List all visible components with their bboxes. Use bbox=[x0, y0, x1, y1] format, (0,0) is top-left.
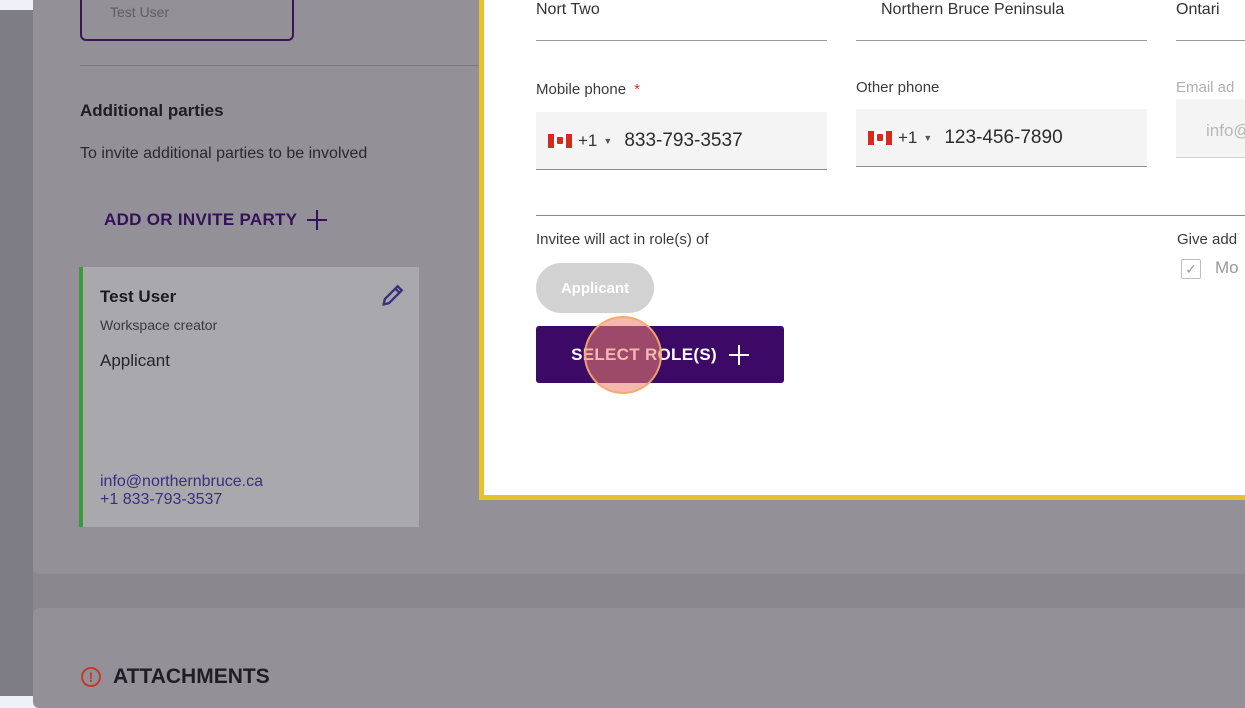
attachments-heading: ! ATTACHMENTS bbox=[81, 665, 270, 689]
party-phone: +1 833-793-3537 bbox=[100, 491, 223, 508]
invite-party-modal: Nort Two Northern Bruce Peninsula Ontari… bbox=[479, 0, 1245, 500]
province-field-value: Ontari bbox=[1176, 1, 1220, 18]
canada-flag-icon[interactable] bbox=[548, 133, 572, 148]
party-name: Test User bbox=[100, 287, 177, 306]
section-divider bbox=[80, 65, 480, 66]
modal-divider bbox=[536, 215, 1245, 216]
additional-access-checkbox-label: Mo bbox=[1215, 258, 1239, 277]
mobile-phone-number[interactable]: 833-793-3537 bbox=[624, 130, 742, 152]
pencil-icon[interactable] bbox=[379, 281, 407, 309]
party-subtitle: Workspace creator bbox=[100, 317, 218, 333]
additional-access-label: Give add bbox=[1177, 231, 1238, 248]
plus-icon bbox=[728, 344, 749, 365]
other-phone-label: Other phone bbox=[856, 79, 940, 96]
address-field-underline[interactable] bbox=[536, 40, 827, 41]
mobile-phone-label: Mobile phone * bbox=[536, 81, 640, 98]
roles-label: Invitee will act in role(s) of bbox=[536, 231, 709, 248]
add-or-invite-party-button[interactable]: ADD OR INVITE PARTY bbox=[104, 210, 328, 230]
party-role: Applicant bbox=[100, 351, 170, 370]
chevron-down-icon[interactable]: ▼ bbox=[923, 133, 932, 143]
chevron-down-icon[interactable]: ▼ bbox=[603, 136, 612, 146]
other-country-code[interactable]: +1 bbox=[898, 128, 917, 148]
role-chip-applicant[interactable]: Applicant bbox=[536, 263, 654, 313]
additional-parties-heading: Additional parties bbox=[80, 101, 224, 120]
attachments-title: ATTACHMENTS bbox=[113, 665, 270, 688]
municipality-field-value: Northern Bruce Peninsula bbox=[881, 1, 1065, 18]
party-card: Test User Workspace creator Applicant in… bbox=[79, 267, 419, 527]
select-roles-label: SELECT ROLE(S) bbox=[571, 344, 717, 364]
email-value: info@ bbox=[1206, 121, 1245, 140]
additional-parties-description: To invite additional parties to be invol… bbox=[80, 145, 368, 162]
province-field-underline[interactable] bbox=[1176, 40, 1245, 41]
left-sidebar-strip bbox=[0, 10, 33, 696]
canada-flag-icon[interactable] bbox=[868, 130, 892, 145]
warning-icon: ! bbox=[81, 667, 101, 687]
party-email: info@northernbruce.ca bbox=[100, 473, 263, 490]
add-or-invite-party-label: ADD OR INVITE PARTY bbox=[104, 210, 298, 229]
other-phone-input[interactable]: +1 ▼ 123-456-7890 bbox=[856, 109, 1147, 167]
select-roles-button[interactable]: SELECT ROLE(S) bbox=[536, 326, 784, 383]
additional-access-checkbox[interactable]: ✓ bbox=[1181, 259, 1201, 279]
attachments-card bbox=[33, 608, 1245, 708]
municipality-field-underline[interactable] bbox=[856, 40, 1147, 41]
plus-icon bbox=[307, 210, 328, 230]
other-phone-number[interactable]: 123-456-7890 bbox=[944, 127, 1062, 149]
email-input[interactable]: info@ bbox=[1176, 99, 1245, 158]
mobile-country-code[interactable]: +1 bbox=[578, 131, 597, 151]
address-field-value: Nort Two bbox=[536, 1, 600, 18]
required-mark: * bbox=[634, 81, 640, 98]
mobile-phone-input[interactable]: +1 ▼ 833-793-3537 bbox=[536, 112, 827, 170]
previous-input-value: Test User bbox=[110, 4, 170, 20]
email-label: Email ad bbox=[1176, 79, 1235, 96]
